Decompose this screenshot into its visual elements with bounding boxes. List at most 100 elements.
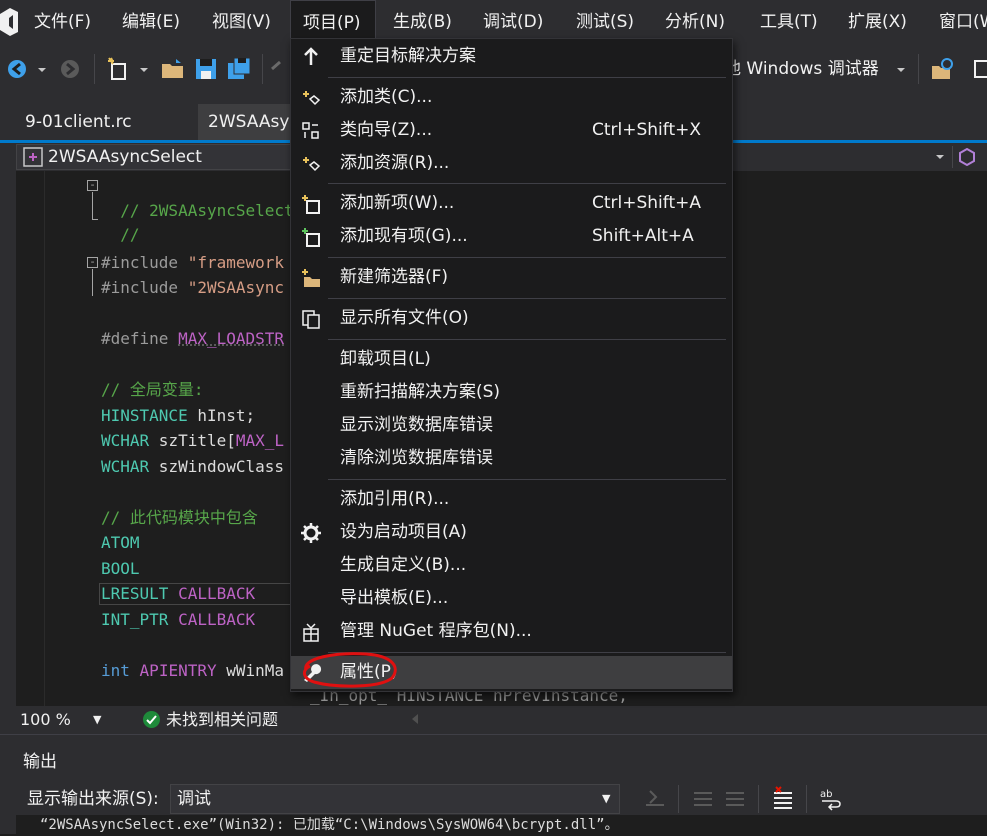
menu-item-manage-nuget[interactable]: 管理 NuGet 程序包(N)... (291, 615, 732, 648)
menu-item-label: 重新扫描解决方案(S) (340, 382, 501, 402)
window-layout-icon[interactable] (970, 56, 987, 82)
debugger-target-label[interactable]: 他 Windows 调试器 (724, 44, 879, 94)
code-token: hInst; (187, 406, 256, 425)
menu-item-export-template[interactable]: 导出模板(E)... (291, 582, 732, 615)
project-scope-label: 2WSAAsyncSelect (48, 147, 202, 167)
menu-separator (328, 479, 726, 480)
menu-item-add-reference[interactable]: 添加引用(R)... (291, 483, 732, 516)
menu-item-show-all-files[interactable]: 显示所有文件(O) (291, 302, 732, 335)
code-token: ATOM (101, 533, 140, 552)
menu-item-add-resource[interactable]: 添加资源(R)... (291, 147, 732, 180)
code-line: // 2WSAAsyncSelect. (101, 175, 303, 220)
menu-item-build-customizations[interactable]: 生成自定义(B)... (291, 549, 732, 582)
menu-file[interactable]: 文件(F) (34, 0, 91, 44)
code-line: LRESULT CALLBACK (101, 582, 255, 606)
debugger-dropdown-icon[interactable] (894, 56, 908, 82)
code-line: // (101, 199, 139, 244)
menu-item-add-new-item[interactable]: 添加新项(W)... Ctrl+Shift+A (291, 187, 732, 220)
menu-item-add-existing-item[interactable]: 添加现有项(G)... Shift+Alt+A (291, 220, 732, 253)
show-all-files-icon (302, 310, 320, 329)
code-token: // 此代码模块中包含 (101, 508, 258, 527)
save-all-icon[interactable] (226, 56, 252, 82)
zoom-dropdown-icon[interactable]: ▼ (93, 708, 101, 732)
menu-item-clear-browse-errors[interactable]: 清除浏览数据库错误 (291, 442, 732, 475)
new-filter-icon (302, 269, 320, 287)
issues-status[interactable]: 未找到相关问题 (166, 708, 278, 732)
menu-item-add-class[interactable]: 添加类(C)... (291, 81, 732, 114)
goto-location-icon[interactable] (642, 785, 668, 811)
add-new-item-icon (302, 195, 320, 214)
code-token: MAX_L (235, 431, 285, 450)
menu-item-set-startup-project[interactable]: 设为启动项目(A) (291, 516, 732, 549)
forward-icon[interactable] (58, 56, 84, 82)
output-source-select[interactable] (170, 784, 620, 814)
panel-splitter[interactable] (0, 734, 987, 743)
code-line: // 此代码模块中包含 (101, 506, 258, 530)
word-wrap-icon[interactable]: ab (818, 785, 844, 811)
class-wizard-icon (302, 122, 319, 139)
new-project-icon[interactable] (106, 56, 132, 82)
code-token: int (101, 661, 130, 680)
prev-message-icon[interactable] (690, 785, 716, 811)
clear-all-icon[interactable] (770, 785, 796, 811)
code-token: #include (101, 253, 188, 272)
menu-item-class-wizard[interactable]: 类向导(Z)... Ctrl+Shift+X (291, 114, 732, 147)
menu-tools[interactable]: 工具(T) (760, 0, 818, 44)
code-token: // 2WSAAsyncSelect. (120, 201, 304, 220)
code-line: WCHAR szTitle[MAX_L (101, 429, 284, 453)
menu-item-new-filter[interactable]: 新建筛选器(F) (291, 261, 732, 294)
gear-icon (301, 523, 321, 543)
open-folder-icon[interactable] (160, 56, 186, 82)
code-token: LRESULT (101, 584, 169, 603)
visual-studio-logo-icon[interactable] (0, 8, 18, 36)
menu-item-label: 导出模板(E)... (340, 588, 449, 608)
menu-item-label: 管理 NuGet 程序包(N)... (340, 621, 532, 641)
new-dropdown-icon[interactable] (138, 56, 150, 82)
output-source-dropdown-icon[interactable]: ▼ (602, 786, 610, 812)
code-token: CALLBACK (178, 610, 256, 629)
save-icon[interactable] (193, 56, 219, 82)
member-dropdown-icon[interactable] (934, 150, 946, 164)
menu-item-shortcut: Ctrl+Shift+X (592, 120, 702, 140)
menu-window[interactable]: 窗口(W (939, 0, 987, 44)
menu-edit[interactable]: 编辑(E) (122, 0, 180, 44)
code-line: BOOL (101, 557, 140, 581)
menu-item-label: 卸载项目(L) (340, 349, 431, 369)
menu-item-label: 新建筛选器(F) (340, 267, 449, 287)
menu-item-show-browse-errors[interactable]: 显示浏览数据库错误 (291, 409, 732, 442)
menu-item-label: 显示所有文件(O) (340, 308, 469, 328)
add-resource-icon (303, 157, 321, 172)
next-message-icon[interactable] (722, 785, 748, 811)
menu-extensions[interactable]: 扩展(X) (848, 0, 907, 44)
fold-toggle-icon[interactable]: - (87, 179, 98, 191)
code-line: ATOM (101, 531, 140, 555)
menu-item-label: 添加现有项(G)... (340, 226, 468, 246)
back-icon[interactable] (6, 56, 32, 82)
margin-divider (44, 171, 45, 706)
toolbar-separator (918, 54, 919, 84)
code-line: HINSTANCE hInst; (101, 404, 255, 428)
code-line: #include "2WSAAsync (101, 276, 284, 300)
undo-icon[interactable] (268, 56, 284, 82)
output-toolbar-separator (806, 785, 807, 813)
code-token: szWindowClass (149, 457, 285, 476)
menu-separator (328, 77, 726, 78)
menu-item-unload-project[interactable]: 卸载项目(L) (291, 343, 732, 376)
tab-9-01client-rc[interactable]: 9-01client.rc (15, 104, 197, 140)
fold-guide (92, 269, 93, 296)
menu-view[interactable]: 视图(V) (212, 0, 271, 44)
code-token: WCHAR (101, 457, 150, 476)
menu-item-label: 重定目标解决方案 (340, 46, 476, 66)
fold-toggle-icon[interactable]: - (87, 256, 98, 268)
member-icon (959, 148, 975, 166)
find-in-files-icon[interactable] (930, 56, 956, 82)
scroll-left-icon[interactable] (410, 712, 420, 726)
back-dropdown-icon[interactable] (36, 56, 48, 82)
menu-item-retarget-solution[interactable]: 重定目标解决方案 (291, 40, 732, 73)
code-token: // (120, 225, 140, 244)
tab-2wsaasyncselect[interactable]: 2WSAAsy (198, 104, 298, 140)
menu-item-rescan-solution[interactable]: 重新扫描解决方案(S) (291, 376, 732, 409)
